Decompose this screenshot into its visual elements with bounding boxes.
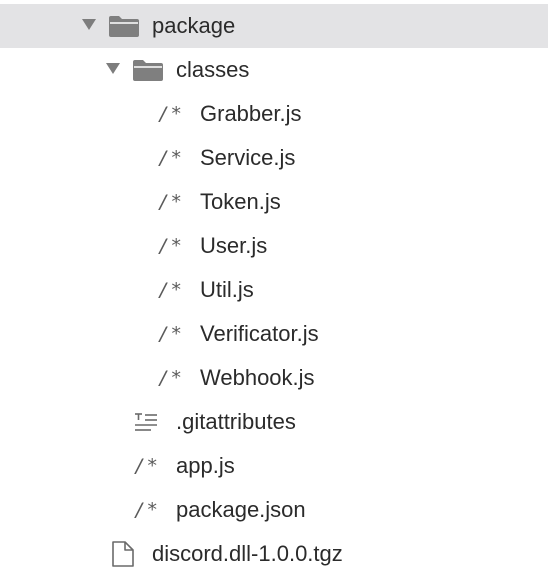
tree-item-label: app.js: [176, 453, 235, 478]
folder-open-icon: [131, 58, 165, 87]
tree-item-file[interactable]: /* Token.js: [0, 180, 548, 224]
tree-item-label: Util.js: [200, 277, 254, 302]
tree-item-package-folder[interactable]: package: [0, 4, 548, 48]
js-file-icon: /*: [134, 455, 159, 477]
tree-item-label: package: [152, 13, 236, 38]
js-file-icon: /*: [158, 147, 183, 169]
tree-item-label: .gitattributes: [176, 409, 296, 434]
tree-item-file[interactable]: /* Service.js: [0, 136, 548, 180]
tree-item-label: package.json: [176, 497, 306, 522]
tree-item-file[interactable]: discord.dll-1.0.0.tgz: [0, 532, 548, 576]
tree-item-file[interactable]: /* Grabber.js: [0, 92, 548, 136]
tree-item-classes-folder[interactable]: classes: [0, 48, 548, 92]
tree-item-file[interactable]: /* Verificator.js: [0, 312, 548, 356]
file-tree: package classes /* Grabber.js /* Service…: [0, 0, 548, 580]
tree-item-label: Service.js: [200, 145, 296, 170]
js-file-icon: /*: [158, 103, 183, 125]
tree-item-label: classes: [176, 57, 250, 82]
tree-item-label: Verificator.js: [200, 321, 319, 346]
tree-item-file[interactable]: /* app.js: [0, 444, 548, 488]
text-file-icon: [133, 411, 161, 438]
js-file-icon: /*: [158, 191, 183, 213]
tree-item-label: Webhook.js: [200, 365, 315, 390]
js-file-icon: /*: [158, 235, 183, 257]
archive-file-icon: [110, 540, 136, 573]
js-file-icon: /*: [158, 279, 183, 301]
js-file-icon: /*: [158, 367, 183, 389]
tree-item-file[interactable]: /* Webhook.js: [0, 356, 548, 400]
tree-item-file[interactable]: /* User.js: [0, 224, 548, 268]
chevron-down-icon[interactable]: [82, 19, 96, 30]
tree-item-file[interactable]: /* Util.js: [0, 268, 548, 312]
chevron-down-icon[interactable]: [106, 63, 120, 74]
tree-item-label: Grabber.js: [200, 101, 302, 126]
tree-item-file[interactable]: /* package.json: [0, 488, 548, 532]
js-file-icon: /*: [158, 323, 183, 345]
tree-item-label: User.js: [200, 233, 268, 258]
tree-item-label: discord.dll-1.0.0.tgz: [152, 541, 343, 566]
folder-open-icon: [107, 14, 141, 43]
js-file-icon: /*: [134, 499, 159, 521]
tree-item-file[interactable]: .gitattributes: [0, 400, 548, 444]
tree-item-label: Token.js: [200, 189, 281, 214]
